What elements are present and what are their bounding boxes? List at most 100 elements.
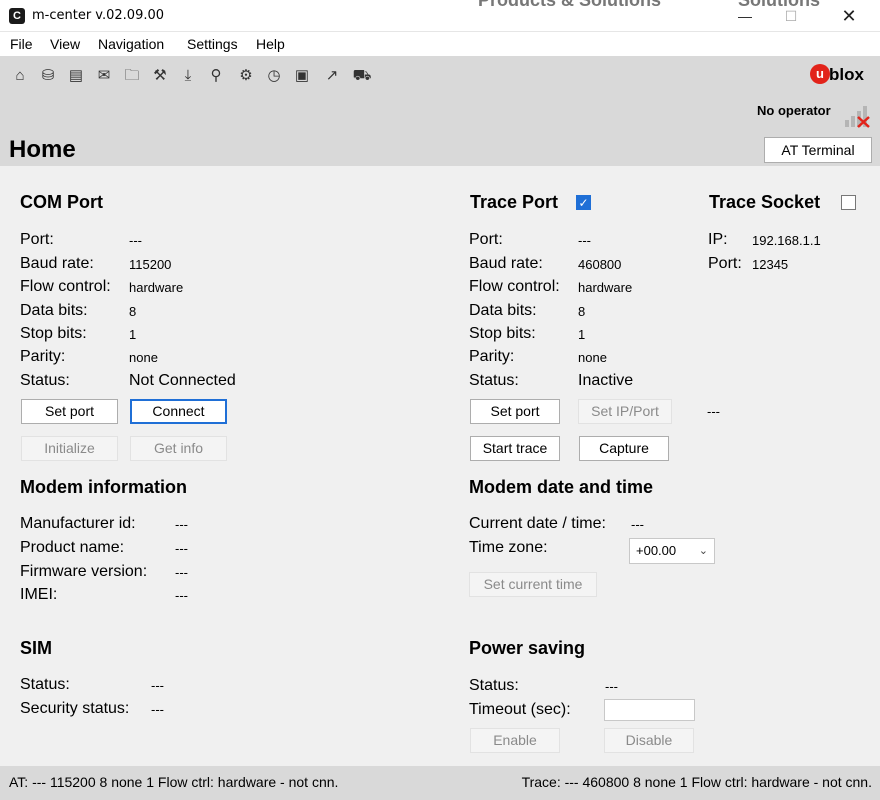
- set-current-time-button[interactable]: Set current time: [469, 572, 597, 597]
- modem-info-title: Modem information: [20, 477, 187, 497]
- folder-icon[interactable]: 🗀: [122, 66, 142, 86]
- com-databits-label: Data bits:: [20, 302, 88, 319]
- firmware-label: Firmware version:: [20, 563, 148, 580]
- car-icon[interactable]: ⛟: [352, 66, 372, 86]
- at-status-text: AT: --- 115200 8 none 1 Flow ctrl: hardw…: [9, 774, 339, 790]
- disable-button[interactable]: Disable: [604, 728, 694, 753]
- connect-button[interactable]: Connect: [130, 399, 227, 424]
- export-icon[interactable]: ↗: [322, 66, 342, 86]
- download-icon[interactable]: ⤓: [178, 66, 198, 86]
- trace-databits-value: 8: [578, 304, 586, 319]
- logo-u: u: [810, 64, 830, 84]
- capture-button[interactable]: Capture: [579, 436, 669, 461]
- product-name-value: ---: [175, 541, 188, 556]
- power-status-value: ---: [605, 679, 618, 694]
- clock-icon[interactable]: ◷: [264, 66, 284, 86]
- at-terminal-button[interactable]: AT Terminal: [764, 137, 872, 163]
- menu-view[interactable]: View: [50, 36, 80, 52]
- app-icon: C: [9, 8, 25, 24]
- trace-parity-value: none: [578, 350, 607, 365]
- enable-button[interactable]: Enable: [470, 728, 560, 753]
- socket-ip-value: 192.168.1.1: [752, 233, 821, 248]
- com-databits-value: 8: [129, 304, 137, 319]
- menu-settings[interactable]: Settings: [187, 36, 238, 52]
- trace-status-value: Inactive: [578, 372, 634, 389]
- socket-ip-label: IP:: [708, 231, 728, 248]
- timeout-input[interactable]: [604, 699, 695, 721]
- logo-text: blox: [829, 65, 864, 84]
- header-area: [0, 96, 880, 166]
- trace-baud-label: Baud rate:: [469, 255, 543, 272]
- message-icon[interactable]: ✉: [94, 66, 114, 86]
- firmware-value: ---: [175, 565, 188, 580]
- socket-port-label: Port:: [708, 255, 742, 272]
- trace-socket-checkbox[interactable]: [841, 195, 856, 210]
- chevron-down-icon: ⌄: [698, 545, 708, 557]
- com-port-label: Port:: [20, 231, 54, 248]
- security-status-label: Security status:: [20, 700, 130, 717]
- ip-port-value: ---: [707, 404, 720, 419]
- manufacturer-label: Manufacturer id:: [20, 515, 136, 532]
- product-name-label: Product name:: [20, 539, 125, 556]
- imei-label: IMEI:: [20, 586, 58, 603]
- sim-title: SIM: [20, 638, 53, 658]
- com-flow-value: hardware: [129, 280, 184, 295]
- toolbar: ⌂ ⛁ ▤ ✉ 🗀 ⚒ ⤓ ⚲ ⚙ ◷ ▣ ↗ ⛟: [0, 56, 880, 96]
- window-icon[interactable]: ▤: [66, 66, 86, 86]
- com-status-label: Status:: [20, 372, 70, 389]
- tools-icon[interactable]: ⚒: [150, 66, 170, 86]
- sim-status-value: ---: [151, 678, 164, 693]
- trace-port-checkbox[interactable]: ✓: [576, 195, 591, 210]
- operator-label: No operator: [757, 103, 831, 118]
- antenna-icon[interactable]: ⛁: [38, 66, 58, 86]
- com-port-value: ---: [129, 233, 142, 248]
- com-baud-label: Baud rate:: [20, 255, 94, 272]
- menu-navigation[interactable]: Navigation: [98, 36, 164, 52]
- com-port-title: COM Port: [20, 192, 103, 212]
- com-stopbits-value: 1: [129, 327, 137, 342]
- trace-databits-label: Data bits:: [469, 302, 537, 319]
- com-baud-value: 115200: [129, 257, 172, 272]
- close-button[interactable]: ✕: [826, 0, 872, 32]
- trace-stopbits-value: 1: [578, 327, 586, 342]
- initialize-button[interactable]: Initialize: [21, 436, 118, 461]
- com-status-value: Not Connected: [129, 372, 236, 389]
- com-parity-value: none: [129, 350, 158, 365]
- start-trace-button[interactable]: Start trace: [470, 436, 560, 461]
- com-stopbits-label: Stop bits:: [20, 325, 87, 342]
- get-info-button[interactable]: Get info: [130, 436, 227, 461]
- trace-port-label: Port:: [469, 231, 503, 248]
- security-status-value: ---: [151, 702, 164, 717]
- current-time-value: ---: [631, 517, 644, 532]
- trace-flow-label: Flow control:: [469, 278, 560, 295]
- trace-status-text: Trace: --- 460800 8 none 1 Flow ctrl: ha…: [521, 774, 872, 790]
- menu-bar: File View Navigation Settings Help: [0, 32, 880, 56]
- trace-stopbits-label: Stop bits:: [469, 325, 536, 342]
- trace-port-value: ---: [578, 233, 591, 248]
- trace-set-port-button[interactable]: Set port: [470, 399, 560, 424]
- set-ip-port-button[interactable]: Set IP/Port: [578, 399, 672, 424]
- trace-baud-value: 460800: [578, 257, 622, 272]
- com-parity-label: Parity:: [20, 348, 66, 365]
- lock-icon[interactable]: ▣: [292, 66, 312, 86]
- menu-help[interactable]: Help: [256, 36, 285, 52]
- time-zone-select[interactable]: +00.00 ⌄: [629, 538, 715, 564]
- com-set-port-button[interactable]: Set port: [21, 399, 118, 424]
- sim-status-label: Status:: [20, 676, 70, 693]
- minimize-button[interactable]: —: [722, 0, 768, 32]
- trace-parity-label: Parity:: [469, 348, 515, 365]
- home-icon[interactable]: ⌂: [10, 66, 30, 86]
- trace-socket-title: Trace Socket: [709, 192, 821, 212]
- network-icon[interactable]: ⚲: [206, 66, 226, 86]
- trace-status-label: Status:: [469, 372, 519, 389]
- trace-port-title: Trace Port: [470, 192, 559, 212]
- modem-time-title: Modem date and time: [469, 477, 654, 497]
- gear-icon[interactable]: ⚙: [236, 66, 256, 86]
- manufacturer-value: ---: [175, 517, 188, 532]
- trace-flow-value: hardware: [578, 280, 633, 295]
- imei-value: ---: [175, 588, 188, 603]
- maximize-button[interactable]: ☐: [768, 0, 814, 32]
- menu-file[interactable]: File: [10, 36, 33, 52]
- title-bar: Products & Solutions Solutions C m-cente…: [0, 0, 880, 32]
- page-title: Home: [9, 136, 76, 163]
